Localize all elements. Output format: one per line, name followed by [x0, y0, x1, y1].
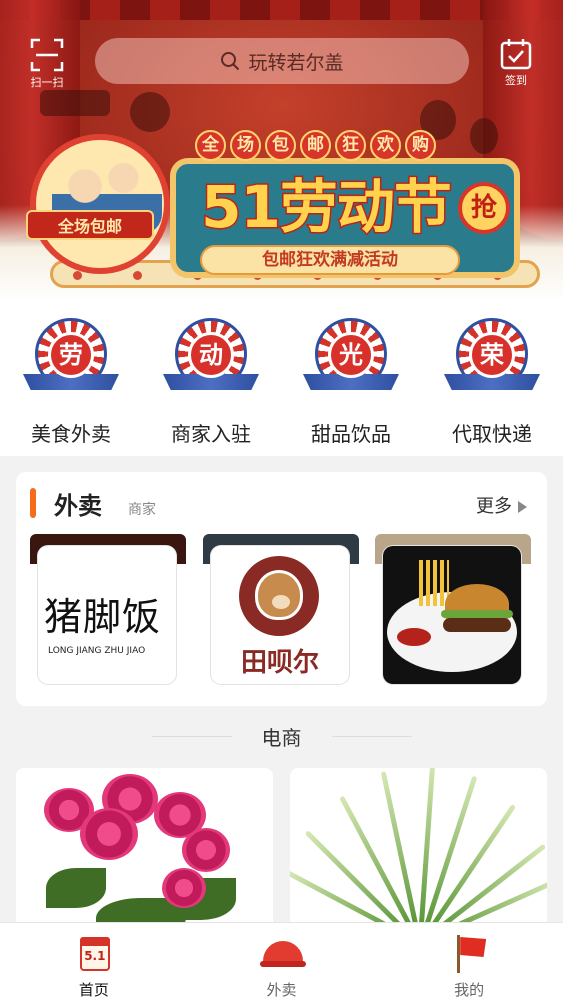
- promo-char: 包: [265, 130, 296, 161]
- promo-characters: 全 场 包 邮 狂 欢 购: [195, 130, 436, 161]
- category-badge-icon: 光: [303, 318, 399, 402]
- search-icon: [221, 52, 240, 71]
- badge-glyph: 动: [188, 332, 234, 378]
- bottom-tab-bar: 5.1 首页 外卖 我的: [0, 922, 563, 1002]
- shop-card-bear[interactable]: 田呗尔: [203, 534, 359, 690]
- badge-glyph: 荣: [469, 332, 515, 378]
- section-subtitle: 商家: [128, 502, 156, 518]
- flag-icon: [449, 933, 489, 973]
- section-title: 电商: [261, 726, 302, 750]
- helmet-icon: [259, 933, 306, 973]
- chevron-right-icon: [518, 501, 527, 513]
- search-bar[interactable]: 玩转若尔盖: [95, 38, 469, 84]
- promo-char: 欢: [370, 130, 401, 161]
- category-merchant-join[interactable]: 动 商家入驻: [156, 318, 266, 447]
- calendar-check-icon: [500, 39, 532, 70]
- tab-label: 我的: [454, 981, 485, 999]
- peony-flower: [162, 868, 206, 908]
- shop-logo-subtext: LONG JIANG ZHU JIAO: [48, 646, 146, 656]
- badge-glyph: 劳: [48, 332, 94, 378]
- category-badge-icon: 动: [163, 318, 259, 402]
- category-label: 甜品饮品: [311, 422, 391, 446]
- tab-profile[interactable]: 我的: [375, 923, 563, 1002]
- bear-icon: [255, 570, 303, 620]
- promo-char: 场: [230, 130, 261, 161]
- free-shipping-ribbon: 全场包邮: [26, 210, 154, 240]
- shop-logo: 猪脚饭 LONG JIANG ZHU JIAO: [38, 546, 176, 684]
- tab-label: 外卖: [266, 981, 297, 999]
- badge-glyph: 光: [328, 332, 374, 378]
- banner-subline: 包邮狂欢满减活动: [200, 245, 460, 275]
- burger-photo: [383, 546, 521, 684]
- calendar-icon: 5.1: [74, 933, 114, 973]
- tab-takeout[interactable]: 外卖: [188, 923, 376, 1002]
- category-badge-icon: 荣: [444, 318, 540, 402]
- category-label: 商家入驻: [171, 422, 251, 446]
- tab-label: 首页: [78, 981, 109, 999]
- category-grid: 劳 美食外卖 动 商家入驻 光 甜品饮品 荣 代取快递: [0, 300, 563, 456]
- labor-day-emblem: 全 场 包 邮 狂 欢 购 51劳动节 包邮狂欢满减活动 抢 全场包邮: [26, 110, 540, 300]
- category-desserts-drinks[interactable]: 光 甜品饮品: [296, 318, 406, 447]
- workers-illustration: [30, 134, 170, 274]
- category-label: 美食外卖: [31, 422, 111, 446]
- takeout-section: 外卖 商家 更多 猪脚饭 LONG JIANG ZHU JIAO 田呗尔: [16, 472, 547, 706]
- sign-in-label: 签到: [505, 74, 527, 87]
- grab-button[interactable]: 抢: [458, 182, 510, 234]
- category-parcel-pickup[interactable]: 荣 代取快递: [437, 318, 547, 447]
- ecommerce-heading: 电商: [0, 722, 563, 751]
- curtain-drape: [0, 0, 563, 20]
- search-placeholder: 玩转若尔盖: [248, 51, 344, 74]
- category-food-delivery[interactable]: 劳 美食外卖: [16, 318, 126, 447]
- more-label: 更多: [476, 496, 512, 517]
- shop-card-burger[interactable]: [375, 534, 531, 690]
- promo-char: 购: [405, 130, 436, 161]
- section-title: 外卖: [54, 492, 102, 520]
- divider-line: [332, 736, 412, 737]
- peony-flower: [182, 828, 230, 872]
- promo-banner[interactable]: 扫一扫 玩转若尔盖 签到 全 场 包 邮 狂 欢 购 51劳动节 包邮狂欢满减活…: [0, 0, 563, 300]
- shop-card-pig-trotter[interactable]: 猪脚饭 LONG JIANG ZHU JIAO: [30, 534, 186, 690]
- shop-logo-text: 猪脚饭: [44, 595, 162, 639]
- category-label: 代取快递: [452, 422, 532, 446]
- scan-button[interactable]: 扫一扫: [26, 38, 68, 89]
- promo-char: 全: [195, 130, 226, 161]
- calendar-icon-text: 5.1: [84, 949, 106, 963]
- shop-logo-text: 田呗尔: [240, 648, 319, 678]
- product-card-peony[interactable]: [16, 768, 273, 938]
- shop-logo: 田呗尔: [211, 546, 349, 684]
- divider-line: [152, 736, 232, 737]
- more-button[interactable]: 更多: [476, 492, 527, 518]
- tab-home[interactable]: 5.1 首页: [0, 923, 188, 1002]
- peony-flower: [80, 808, 138, 860]
- promo-char: 狂: [335, 130, 366, 161]
- section-accent-bar: [30, 488, 36, 518]
- scan-icon: [30, 38, 64, 72]
- category-badge-icon: 劳: [23, 318, 119, 402]
- banner-headline: 51劳动节: [200, 172, 454, 243]
- app-page: 扫一扫 玩转若尔盖 签到 全 场 包 邮 狂 欢 购 51劳动节 包邮狂欢满减活…: [0, 0, 563, 1002]
- sign-in-button[interactable]: 签到: [494, 38, 538, 88]
- promo-char: 邮: [300, 130, 331, 161]
- product-card-spider-plant[interactable]: [290, 768, 547, 938]
- scan-label: 扫一扫: [30, 76, 64, 89]
